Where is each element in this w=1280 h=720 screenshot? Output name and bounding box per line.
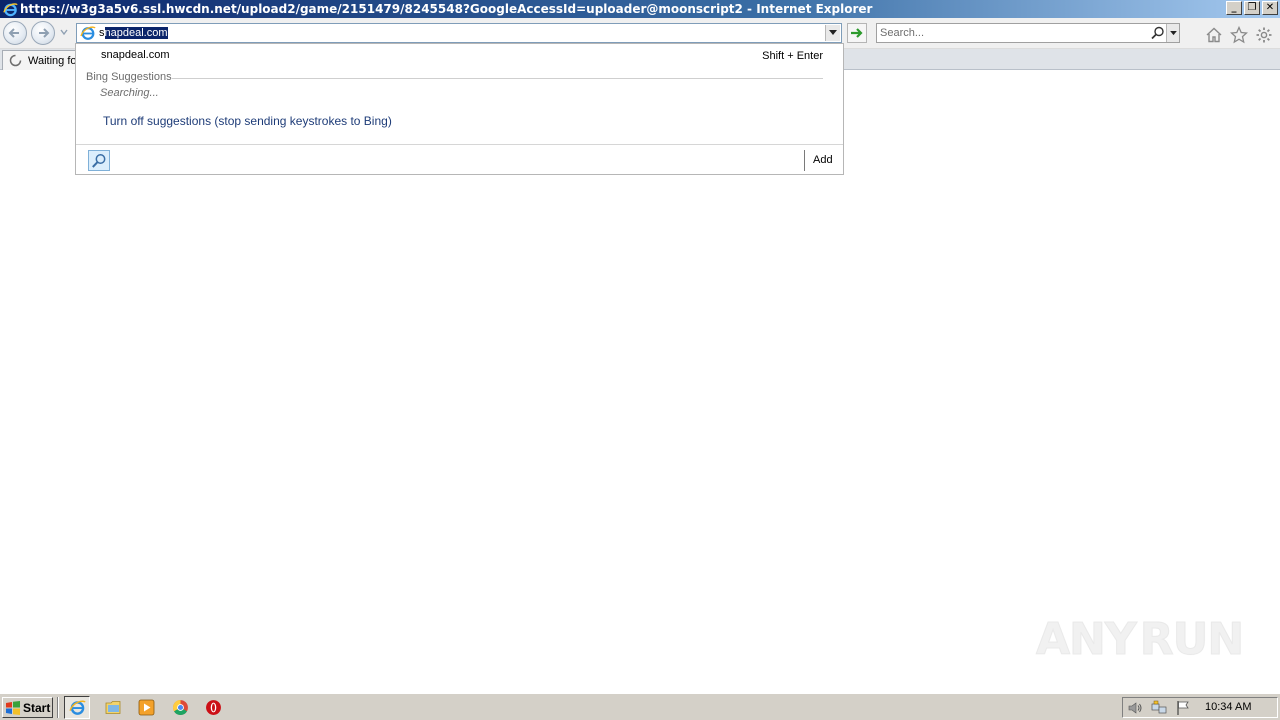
- chevron-down-icon: [1169, 30, 1177, 35]
- search-dropdown-button[interactable]: [1166, 24, 1179, 42]
- minimize-button[interactable]: _: [1226, 1, 1242, 15]
- taskbar-separator: [57, 697, 59, 718]
- searching-status: Searching...: [100, 87, 159, 99]
- watermark-text-left: ANY: [1036, 613, 1138, 665]
- shortcut-hint: Shift + Enter: [762, 50, 823, 62]
- search-box[interactable]: [876, 23, 1180, 43]
- address-bar[interactable]: snapdeal.com: [76, 23, 842, 43]
- ie-icon: [2, 1, 18, 17]
- taskbar-app-chrome[interactable]: [167, 696, 193, 719]
- back-arrow-icon: [8, 28, 19, 38]
- folder-icon: [105, 701, 120, 714]
- address-input[interactable]: snapdeal.com: [99, 26, 168, 40]
- window-title: https://w3g3a5v6.ssl.hwcdn.net/upload2/g…: [20, 2, 873, 16]
- autocomplete-footer: Add: [76, 144, 843, 174]
- bing-suggestions-header: Bing Suggestions: [86, 71, 172, 83]
- start-label: Start: [23, 700, 51, 715]
- browser-tab[interactable]: Waiting fo: [2, 50, 78, 70]
- taskbar-app-media-player[interactable]: [133, 696, 159, 719]
- forward-button[interactable]: [31, 21, 55, 45]
- media-player-icon: [138, 699, 154, 716]
- start-button[interactable]: Start: [2, 697, 53, 718]
- anyrun-watermark: ANY RUN: [1036, 606, 1245, 672]
- forward-arrow-icon: [39, 28, 50, 38]
- search-input[interactable]: [880, 26, 1150, 40]
- title-bar: https://w3g3a5v6.ssl.hwcdn.net/upload2/g…: [0, 0, 1280, 18]
- network-icon[interactable]: [1151, 700, 1167, 716]
- ie-icon: [68, 700, 86, 715]
- search-provider-button[interactable]: [88, 150, 110, 171]
- taskbar-app-explorer[interactable]: [100, 696, 126, 719]
- loading-spinner-icon: [9, 54, 22, 67]
- taskbar-app-internet-explorer[interactable]: [64, 696, 90, 719]
- restore-button[interactable]: ❐: [1244, 1, 1260, 15]
- search-icon: [92, 153, 106, 168]
- go-button[interactable]: [847, 23, 867, 43]
- go-arrow-icon: [851, 28, 863, 38]
- opera-icon: [205, 700, 221, 715]
- section-divider: [172, 78, 823, 79]
- chevron-down-icon[interactable]: [59, 27, 69, 37]
- gear-icon[interactable]: [1255, 26, 1273, 44]
- autocomplete-suggestion[interactable]: snapdeal.com: [101, 49, 170, 61]
- watermark-text-right: RUN: [1139, 613, 1244, 665]
- system-clock[interactable]: 10:34 AM: [1205, 701, 1251, 713]
- address-typed-text: s: [99, 27, 105, 39]
- taskbar-app-opera[interactable]: [200, 696, 226, 719]
- tab-label: Waiting fo: [28, 55, 77, 67]
- back-button[interactable]: [3, 21, 27, 45]
- home-icon[interactable]: [1205, 26, 1223, 44]
- ie-icon: [80, 26, 96, 40]
- speaker-icon[interactable]: [1127, 700, 1143, 716]
- address-autocomplete-selection: napdeal.com: [104, 27, 168, 39]
- close-button[interactable]: ✕: [1262, 1, 1278, 15]
- search-icon[interactable]: [1151, 26, 1165, 40]
- chevron-down-icon: [829, 30, 837, 35]
- turn-off-suggestions-link[interactable]: Turn off suggestions (stop sending keyst…: [103, 114, 392, 128]
- flag-icon[interactable]: [1175, 700, 1191, 716]
- chrome-icon: [172, 700, 188, 716]
- taskbar: Start 10:34 AM: [0, 692, 1280, 720]
- windows-flag-icon: [6, 700, 20, 715]
- system-tray: 10:34 AM: [1122, 697, 1278, 718]
- star-icon[interactable]: [1230, 26, 1248, 44]
- address-dropdown-button[interactable]: [825, 25, 840, 41]
- add-provider-button[interactable]: Add: [813, 154, 833, 166]
- address-autocomplete-dropdown: snapdeal.com Shift + Enter Bing Suggesti…: [75, 43, 844, 175]
- footer-separator: [804, 150, 805, 171]
